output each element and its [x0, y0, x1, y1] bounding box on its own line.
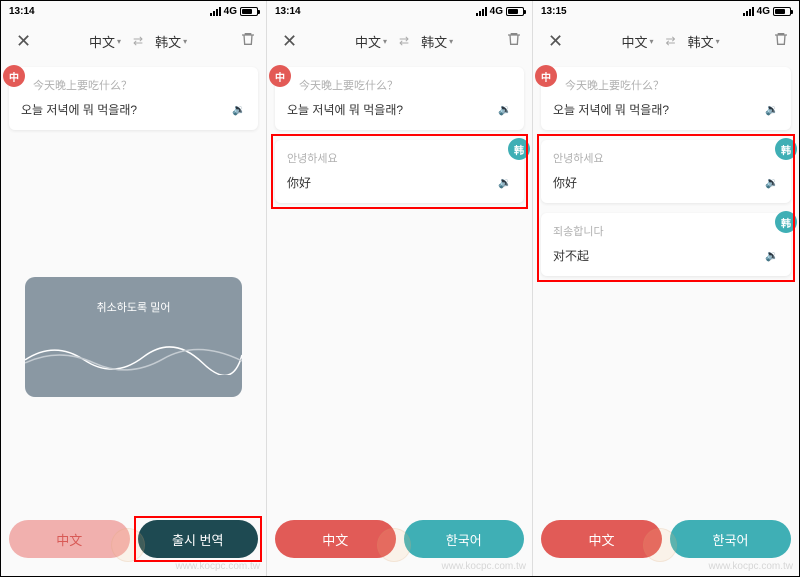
translation-card[interactable]: 韩죄송합니다对不起🔉: [541, 213, 791, 276]
status-right: 4G: [743, 6, 791, 17]
signal-icon: [476, 7, 487, 16]
speaker-icon[interactable]: 🔉: [232, 103, 246, 116]
language-selector: 中文▾ ⇄ 韩文▾: [621, 32, 719, 51]
header: ✕ 中文▾ ⇄ 韩文▾: [1, 21, 266, 61]
close-icon[interactable]: ✕: [11, 26, 36, 57]
chevron-down-icon: ▾: [716, 37, 720, 46]
header: ✕ 中文▾ ⇄ 韩文▾: [533, 21, 799, 61]
status-time: 13:15: [541, 6, 567, 17]
header: ✕ 中文▾ ⇄ 韩文▾: [267, 21, 532, 61]
status-right: 4G: [210, 6, 258, 17]
translation-card[interactable]: 中今天晚上要吃什么？오늘 저녁에 뭐 먹을래?🔉: [541, 67, 791, 130]
status-time: 13:14: [275, 6, 301, 17]
content-area: 中今天晚上要吃什么？오늘 저녁에 뭐 먹을래?🔉韩안녕하세요你好🔉韩죄송합니다对…: [533, 61, 799, 576]
phone-screen: 13:15 4G ✕ 中文▾ ⇄ 韩文▾ 中今天晚上要吃什么？ 오늘 저녁에 뭐 먹을래? 🔉 韩…: [533, 1, 799, 576]
translation-row: 对不起 🔉: [553, 247, 779, 264]
lang-badge: 中: [535, 65, 557, 87]
trash-icon[interactable]: [506, 31, 522, 52]
source-text: 今天晚上要吃什么？: [33, 77, 246, 93]
trash-icon[interactable]: [240, 31, 256, 52]
status-time: 13:14: [9, 6, 35, 17]
speaker-icon[interactable]: 🔉: [498, 103, 512, 116]
close-icon[interactable]: ✕: [277, 26, 302, 57]
voice-button-right[interactable]: 한국어: [670, 520, 791, 558]
status-right: 4G: [476, 6, 524, 17]
chevron-down-icon: ▾: [117, 37, 121, 46]
target-text: 你好: [287, 174, 311, 191]
speaker-icon[interactable]: 🔉: [498, 176, 512, 189]
source-text: 안녕하세요: [287, 150, 512, 166]
lang-from[interactable]: 中文▾: [621, 32, 653, 51]
target-text: 你好: [553, 174, 577, 191]
target-text: 오늘 저녁에 뭐 먹을래?: [287, 101, 403, 118]
battery-icon: [506, 7, 524, 16]
lang-badge: 韩: [508, 138, 530, 160]
status-bar: 13:15 4G: [533, 1, 799, 21]
lang-badge: 韩: [775, 211, 797, 233]
voice-button-right[interactable]: 한국어: [404, 520, 525, 558]
watermark-logo: [111, 528, 145, 562]
language-selector: 中文▾ ⇄ 韩文▾: [89, 32, 187, 51]
source-text: 今天晚上要吃什么？: [565, 77, 779, 93]
lang-to[interactable]: 韩文▾: [155, 32, 187, 51]
watermark-logo: [643, 528, 677, 562]
translation-row: 你好 🔉: [553, 174, 779, 191]
swap-icon[interactable]: ⇄: [399, 34, 409, 48]
trash-icon[interactable]: [773, 31, 789, 52]
lang-to[interactable]: 韩文▾: [688, 32, 720, 51]
battery-icon: [240, 7, 258, 16]
waveform-icon: [25, 335, 242, 375]
chevron-down-icon: ▾: [650, 37, 654, 46]
language-selector: 中文▾ ⇄ 韩文▾: [355, 32, 453, 51]
translation-card[interactable]: 中今天晚上要吃什么？오늘 저녁에 뭐 먹을래?🔉: [275, 67, 524, 130]
target-text: 오늘 저녁에 뭐 먹을래?: [553, 101, 669, 118]
source-text: 今天晚上要吃什么？: [299, 77, 512, 93]
chevron-down-icon: ▾: [383, 37, 387, 46]
voice-input-card[interactable]: 취소하도록 밀어: [25, 277, 242, 397]
signal-icon: [743, 7, 754, 16]
swap-icon[interactable]: ⇄: [666, 34, 676, 48]
signal-icon: [210, 7, 221, 16]
watermark-logo: [377, 528, 411, 562]
status-bar: 13:14 4G: [267, 1, 532, 21]
lang-from[interactable]: 中文▾: [355, 32, 387, 51]
source-text: 죄송합니다: [553, 223, 779, 239]
translation-row: 你好 🔉: [287, 174, 512, 191]
voice-button-right[interactable]: 출시 번역: [138, 520, 259, 558]
content-area: 中今天晚上要吃什么？ 오늘 저녁에 뭐 먹을래? 🔉 韩안녕하세요 你好 🔉: [267, 61, 532, 576]
translation-row: 오늘 저녁에 뭐 먹을래? 🔉: [287, 101, 512, 118]
translation-card[interactable]: 中今天晚上要吃什么？오늘 저녁에 뭐 먹을래?🔉: [9, 67, 258, 130]
translation-row: 오늘 저녁에 뭐 먹을래? 🔉: [21, 101, 246, 118]
speaker-icon[interactable]: 🔉: [765, 249, 779, 262]
lang-to[interactable]: 韩文▾: [421, 32, 453, 51]
lang-from[interactable]: 中文▾: [89, 32, 121, 51]
battery-icon: [773, 7, 791, 16]
lang-badge: 中: [3, 65, 25, 87]
target-text: 对不起: [553, 247, 589, 264]
network-label: 4G: [490, 6, 503, 17]
network-label: 4G: [224, 6, 237, 17]
swap-icon[interactable]: ⇄: [133, 34, 143, 48]
source-text: 안녕하세요: [553, 150, 779, 166]
translation-row: 오늘 저녁에 뭐 먹을래? 🔉: [553, 101, 779, 118]
translation-card[interactable]: 韩안녕하세요你好🔉: [275, 140, 524, 203]
status-bar: 13:14 4G: [1, 1, 266, 21]
chevron-down-icon: ▾: [449, 37, 453, 46]
chevron-down-icon: ▾: [183, 37, 187, 46]
lang-badge: 中: [269, 65, 291, 87]
speaker-icon[interactable]: 🔉: [765, 103, 779, 116]
lang-badge: 韩: [775, 138, 797, 160]
network-label: 4G: [757, 6, 770, 17]
speaker-icon[interactable]: 🔉: [765, 176, 779, 189]
content-area: 中今天晚上要吃什么？ 오늘 저녁에 뭐 먹을래? 🔉 취소하도록 밀어: [1, 61, 266, 576]
translation-card[interactable]: 韩안녕하세요你好🔉: [541, 140, 791, 203]
phone-screen: 13:14 4G ✕ 中文▾ ⇄ 韩文▾ 中今天晚上要吃什么？ 오늘 저녁에 뭐 먹을래? 🔉 韩…: [267, 1, 533, 576]
close-icon[interactable]: ✕: [543, 26, 568, 57]
phone-screen: 13:14 4G ✕ 中文▾ ⇄ 韩文▾ 中今天晚上要吃什么？ 오늘 저녁에 뭐 먹을래? 🔉 취…: [1, 1, 267, 576]
voice-cancel-label: 취소하도록 밀어: [97, 299, 171, 315]
target-text: 오늘 저녁에 뭐 먹을래?: [21, 101, 137, 118]
